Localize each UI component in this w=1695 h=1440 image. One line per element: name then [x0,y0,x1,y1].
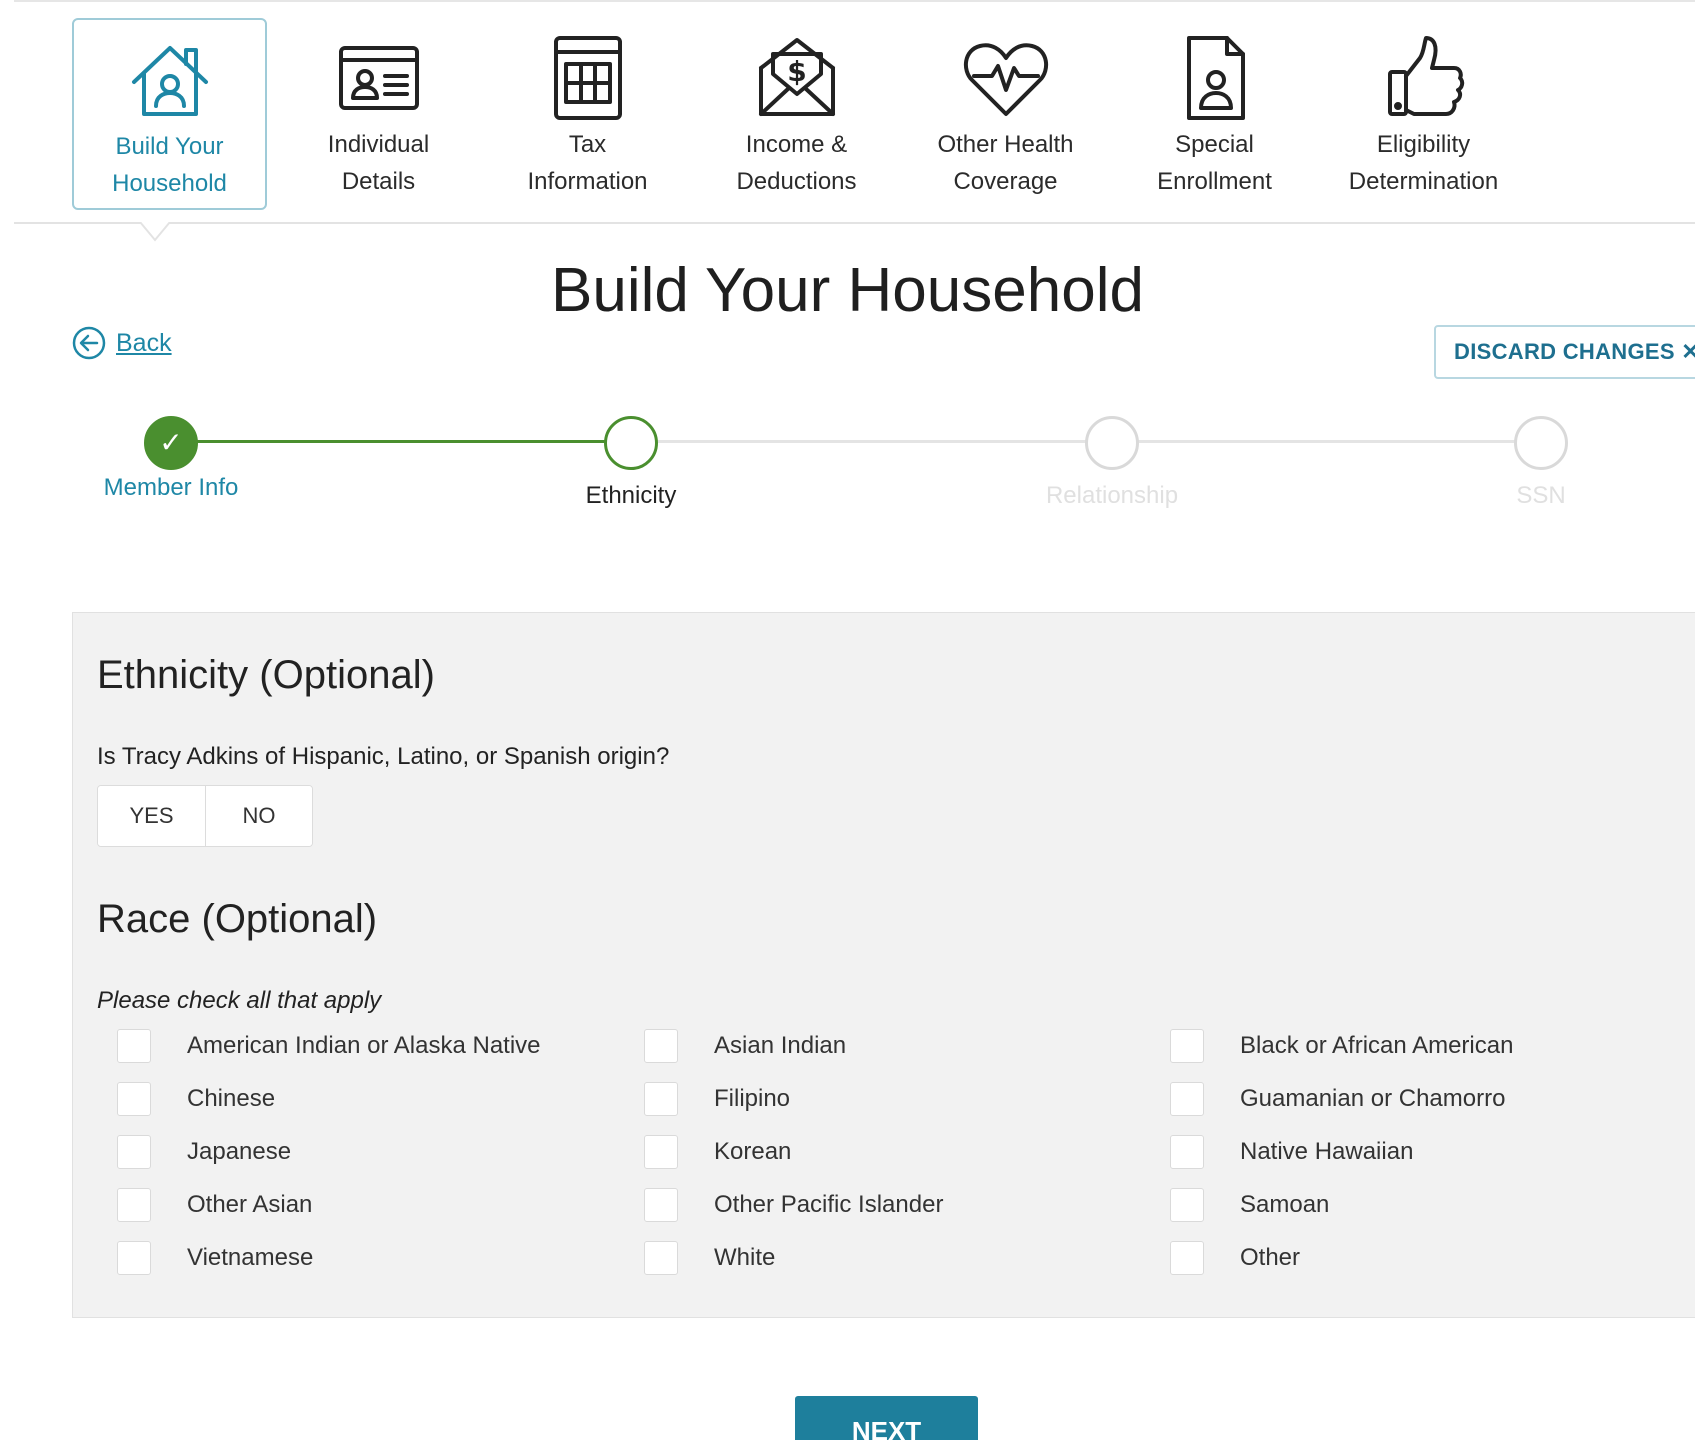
checkbox-label: Black or African American [1240,1032,1514,1059]
checkbox-box[interactable] [117,1241,151,1275]
race-checkbox[interactable]: Asian Indian [644,1029,846,1063]
progress-stepper: ✓ Member Info Ethnicity Relationship SSN [0,400,1695,520]
checkbox-label: Native Hawaiian [1240,1138,1414,1165]
back-link[interactable]: Back [72,326,172,360]
step-ssn-label: SSN [1516,482,1566,509]
race-checkbox[interactable]: Black or African American [1170,1029,1513,1063]
nav-item-label: Special Enrollment [1157,131,1272,195]
race-row: Vietnamese White Other [117,1241,1677,1281]
checkbox-label: Other Pacific Islander [714,1191,944,1218]
next-button[interactable]: NEXT [795,1396,978,1440]
discard-changes-button[interactable]: DISCARD CHANGES ✕ [1434,325,1695,379]
nav-item-label: Tax Information [527,131,648,195]
race-checkbox[interactable]: Filipino [644,1082,790,1116]
checkbox-label: Other [1240,1244,1301,1271]
nav-item-label: Build Your Household [112,133,227,197]
race-checkbox[interactable]: Other [1170,1241,1300,1275]
race-row: Chinese Filipino Guamanian or Chamorro [117,1082,1677,1122]
race-checkbox[interactable]: Guamanian or Chamorro [1170,1082,1505,1116]
checkbox-label: Korean [714,1138,792,1165]
checkbox-label: Asian Indian [714,1032,847,1059]
step-relationship-label: Relationship [1045,482,1179,509]
checkbox-label: Other Asian [187,1191,313,1218]
checkbox-box[interactable] [117,1135,151,1169]
race-checkbox[interactable]: American Indian or Alaska Native [117,1029,541,1063]
app-root: Build YourHousehold IndividualDetails [0,0,1695,1440]
nav-build-household[interactable]: Build Your Household [72,18,267,210]
checkbox-label: White [714,1244,776,1271]
heartbeat-icon [956,28,1056,128]
checkbox-box[interactable] [644,1029,678,1063]
checkbox-label: American Indian or Alaska Native [187,1032,541,1059]
yes-button[interactable]: YES [98,786,205,846]
step-member-info-label[interactable]: Member Info [41,474,301,502]
ethnicity-heading: Ethnicity (Optional) [97,653,435,697]
nav-tax-information[interactable]: Tax Information [490,18,685,210]
checkbox-box[interactable] [1170,1082,1204,1116]
race-checkbox[interactable]: Other Pacific Islander [644,1188,943,1222]
race-checkbox[interactable]: Vietnamese [117,1241,313,1275]
race-heading: Race (Optional) [97,897,378,941]
checkbox-label: Samoan [1240,1191,1330,1218]
step-relationship-dot [1085,416,1139,470]
checkbox-label: Japanese [187,1138,292,1165]
checkbox-box[interactable] [644,1188,678,1222]
checkbox-box[interactable] [1170,1241,1204,1275]
thumbs-up-icon [1374,28,1474,128]
page-title: Build Your Household [551,256,1144,325]
race-checkbox[interactable]: Samoan [1170,1188,1329,1222]
nav-other-health-coverage[interactable]: Other Health Coverage [908,18,1103,210]
top-navigation: Build YourHousehold IndividualDetails [14,0,1695,224]
nav-item-label: Individual Details [327,131,430,195]
house-icon [120,30,220,130]
no-button[interactable]: NO [205,786,312,846]
svg-text:$: $ [787,55,806,88]
back-label: Back [116,328,172,357]
checkbox-box[interactable] [1170,1188,1204,1222]
checkbox-box[interactable] [644,1082,678,1116]
nav-item-label: Other Health Coverage [937,131,1074,195]
checkbox-box[interactable] [644,1135,678,1169]
nav-individual-details[interactable]: Individual Details [281,18,476,210]
active-tab-caret [140,222,170,242]
checkbox-box[interactable] [1170,1029,1204,1063]
race-row: Japanese Korean Native Hawaiian [117,1135,1677,1175]
money-envelope-icon: $ [747,28,847,128]
checkbox-box[interactable] [117,1029,151,1063]
nav-income-deductions[interactable]: $ Income & Deductions [699,18,894,210]
step-ethnicity-label: Ethnicity [585,482,677,509]
checkbox-box[interactable] [117,1082,151,1116]
id-card-icon [329,28,429,128]
nav-item-label: Eligibility Determination [1348,131,1499,195]
checkbox-label: Vietnamese [187,1244,314,1271]
checkbox-box[interactable] [1170,1135,1204,1169]
nav-item-label: Income & Deductions [736,131,857,195]
race-hint: Please check all that apply [97,987,382,1014]
checkbox-label: Guamanian or Chamorro [1240,1085,1506,1112]
checkbox-label: Filipino [714,1085,791,1112]
hispanic-origin-toggle: YES NO [97,785,313,847]
race-row: American Indian or Alaska Native Asian I… [117,1029,1677,1069]
race-checkbox[interactable]: Korean [644,1135,791,1169]
race-checkbox[interactable]: Native Hawaiian [1170,1135,1413,1169]
nav-special-enrollment[interactable]: Special Enrollment [1117,18,1312,210]
nav-eligibility-determination[interactable]: Eligibility Determination [1326,18,1521,210]
checkbox-box[interactable] [644,1241,678,1275]
checkbox-label: Chinese [187,1085,276,1112]
person-document-icon [1165,28,1265,128]
race-checkbox[interactable]: Other Asian [117,1188,312,1222]
race-checkbox[interactable]: Japanese [117,1135,291,1169]
step-member-info-check-icon[interactable]: ✓ [144,416,198,470]
race-row: Other Asian Other Pacific Islander Samoa… [117,1188,1677,1228]
calculator-icon [538,28,638,128]
hispanic-origin-question: Is Tracy Adkins of Hispanic, Latino, or … [97,743,670,770]
race-checkbox[interactable]: Chinese [117,1082,275,1116]
stepper-line-complete [171,440,631,443]
step-ssn-dot [1514,416,1568,470]
back-arrow-icon [72,326,106,360]
checkbox-box[interactable] [117,1188,151,1222]
step-ethnicity-dot [604,416,658,470]
ethnicity-race-form: Ethnicity (Optional) Is Tracy Adkins of … [72,612,1695,1318]
race-checkbox[interactable]: White [644,1241,775,1275]
